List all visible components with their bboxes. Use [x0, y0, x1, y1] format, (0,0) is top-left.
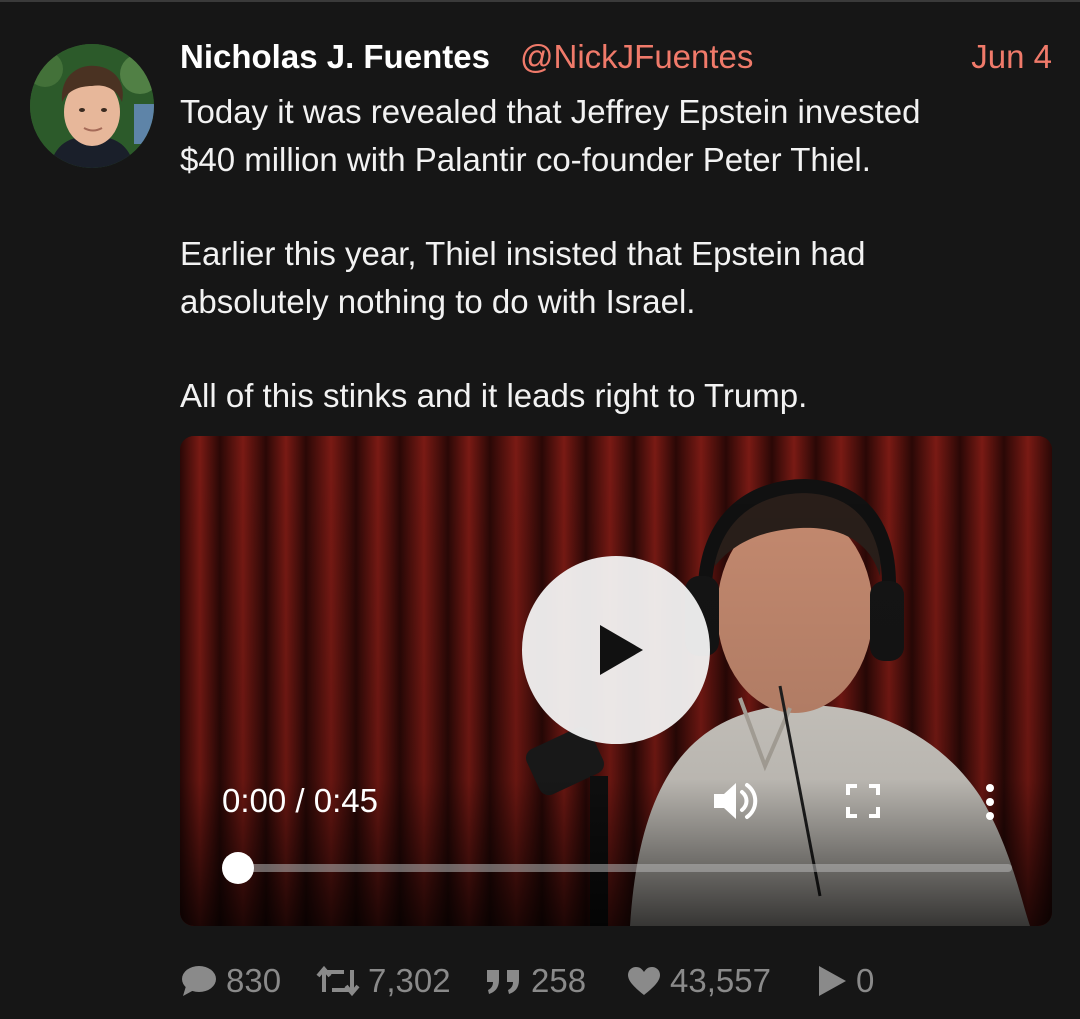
plays-count: 0	[856, 962, 875, 999]
likes-stat[interactable]: 43,557	[626, 957, 771, 1005]
retweets-stat[interactable]: 7,302	[316, 957, 451, 1005]
quotes-stat[interactable]: 258	[485, 957, 586, 1005]
play-icon	[600, 625, 643, 675]
likes-count: 43,557	[670, 962, 771, 999]
volume-icon[interactable]	[712, 780, 760, 822]
replies-count: 830	[226, 962, 282, 999]
video-time: 0:00 / 0:45	[222, 782, 378, 819]
more-vertical-icon[interactable]	[978, 782, 1002, 822]
tweet-text-line: absolutely nothing to do with Israel.	[180, 283, 696, 320]
video-player[interactable]: 0:00 / 0:45	[180, 436, 1052, 926]
tweet-text-line: Earlier this year, Thiel insisted that E…	[180, 235, 866, 272]
tweet-text-line: $40 million with Palantir co-founder Pet…	[180, 141, 871, 178]
replies-stat[interactable]: 830	[180, 957, 281, 1005]
retweet-icon	[316, 965, 360, 997]
author-display-name[interactable]: Nicholas J. Fuentes	[180, 38, 490, 76]
quotes-count: 258	[531, 962, 587, 999]
tweet-date[interactable]: Jun 4	[971, 38, 1052, 76]
tweet-page: Nicholas J. Fuentes @NickJFuentes Jun 4 …	[0, 0, 1080, 1019]
author-handle[interactable]: @NickJFuentes	[520, 38, 753, 76]
play-button[interactable]	[522, 556, 710, 744]
heart-icon	[628, 967, 660, 995]
avatar-photo	[30, 44, 154, 168]
tweet-header: Nicholas J. Fuentes @NickJFuentes Jun 4	[180, 38, 1052, 82]
video-progress-thumb[interactable]	[222, 852, 254, 884]
play-count-icon	[819, 966, 846, 996]
tweet-stats: 830 7,302 258 43,557 0	[180, 957, 1052, 1005]
video-progress-track[interactable]	[236, 864, 1012, 872]
tweet-text-line: All of this stinks and it leads right to…	[180, 377, 808, 414]
tweet-body: Today it was revealed that Jeffrey Epste…	[180, 88, 1040, 420]
plays-stat[interactable]: 0	[816, 957, 874, 1005]
fullscreen-icon[interactable]	[845, 783, 881, 819]
quote-icon	[487, 970, 519, 994]
reply-icon	[182, 966, 216, 996]
author-avatar[interactable]	[30, 44, 154, 168]
tweet-text-line: Today it was revealed that Jeffrey Epste…	[180, 93, 921, 130]
retweets-count: 7,302	[368, 962, 451, 999]
